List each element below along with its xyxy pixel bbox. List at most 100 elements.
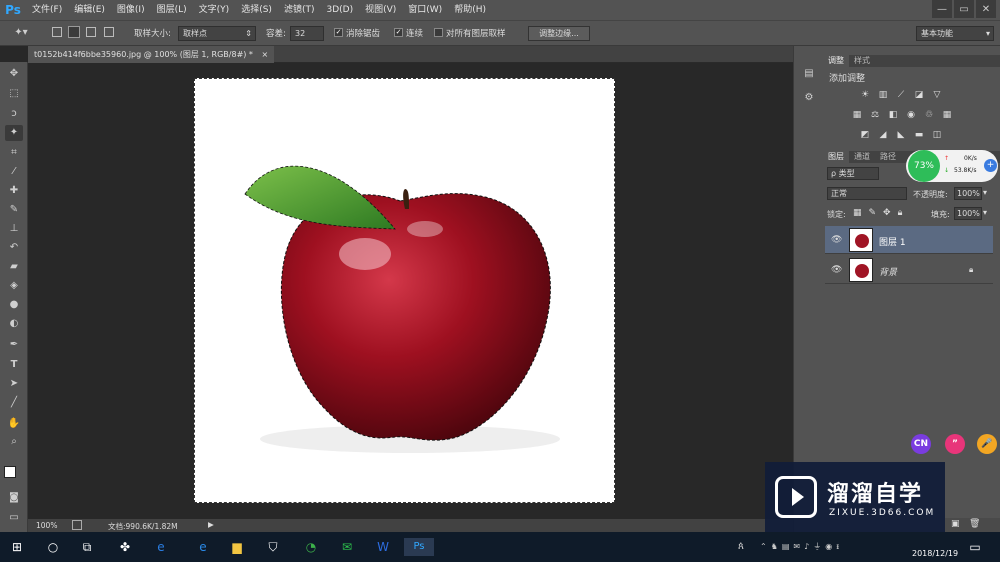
maximize-button[interactable]: ▭ xyxy=(954,0,974,18)
curves-icon[interactable]: ⟋ xyxy=(895,90,907,100)
pen-tool-icon[interactable]: ✒ xyxy=(5,337,23,353)
levels-icon[interactable]: ▥ xyxy=(877,90,889,100)
dodge-tool-icon[interactable]: ◐ xyxy=(5,316,23,332)
anti-alias-checkbox[interactable]: ✓ xyxy=(334,28,343,37)
close-button[interactable]: ✕ xyxy=(976,0,996,18)
threshold-icon[interactable]: ◣ xyxy=(895,130,907,140)
brush-tool-icon[interactable]: ✎ xyxy=(5,202,23,218)
type-tool-icon[interactable]: T xyxy=(5,357,23,373)
properties-panel-icon[interactable]: ⚙ xyxy=(800,90,818,106)
magic-wand-tool-icon[interactable]: ✦ xyxy=(5,125,23,141)
exposure-icon[interactable]: ◪ xyxy=(913,90,925,100)
gradient-map-icon[interactable]: ▬ xyxy=(913,130,925,140)
menu-file[interactable]: 文件(F) xyxy=(26,0,68,20)
move-tool-icon[interactable]: ✥ xyxy=(5,66,23,82)
tolerance-input[interactable]: 32 xyxy=(290,26,324,41)
visibility-eye-icon[interactable]: 👁︎ xyxy=(831,265,842,275)
file-explorer-icon[interactable]: ▆ xyxy=(228,538,246,556)
layer-name[interactable]: 图层 1 xyxy=(879,235,906,248)
wps-icon[interactable]: W xyxy=(374,538,392,556)
workspace-select[interactable]: 基本功能 ▾ xyxy=(916,26,994,41)
wechat-icon[interactable]: ✉ xyxy=(338,538,356,556)
black-white-icon[interactable]: ◧ xyxy=(887,110,899,120)
marquee-tool-icon[interactable]: ⬚ xyxy=(5,86,23,102)
lock-icons[interactable]: ▦✎✥🔒︎ xyxy=(853,208,909,218)
quick-mask-icon[interactable]: ◙ xyxy=(5,490,23,506)
paint-bucket-tool-icon[interactable]: ◈ xyxy=(5,278,23,294)
opacity-input[interactable]: 100% xyxy=(954,187,982,200)
microphone-button[interactable]: 🎤 xyxy=(977,434,997,454)
edge-browser-icon[interactable]: e xyxy=(194,538,212,556)
opacity-dropdown-icon[interactable]: ▾ xyxy=(983,188,987,197)
360-browser-icon[interactable]: ◔ xyxy=(302,538,320,556)
menu-edit[interactable]: 编辑(E) xyxy=(68,0,111,20)
color-balance-icon[interactable]: ⚖ xyxy=(869,110,881,120)
document-canvas[interactable] xyxy=(194,78,615,503)
history-brush-tool-icon[interactable]: ↶ xyxy=(5,240,23,256)
history-panel-icon[interactable]: ▤ xyxy=(800,66,818,82)
brightness-icon[interactable]: ☀ xyxy=(859,90,871,100)
zoom-tool-icon[interactable]: ⌕ xyxy=(5,434,23,450)
refine-edge-button[interactable]: 调整边缘... xyxy=(528,26,590,41)
plus-icon[interactable]: + xyxy=(984,159,997,172)
tab-layers[interactable]: 图层 xyxy=(823,151,849,163)
hand-tool-icon[interactable]: ✋ xyxy=(5,416,23,432)
eyedropper-tool-icon[interactable]: ⁄ xyxy=(5,164,23,180)
store-icon[interactable]: ⛉ xyxy=(264,538,282,556)
sample-all-layers-checkbox[interactable] xyxy=(434,28,443,37)
menu-select[interactable]: 选择(S) xyxy=(235,0,278,20)
clone-stamp-tool-icon[interactable]: ⊥ xyxy=(5,221,23,237)
new-layer-icon[interactable]: ▣ xyxy=(951,519,960,529)
search-icon[interactable]: ○ xyxy=(44,538,62,556)
menu-image[interactable]: 图像(I) xyxy=(111,0,151,20)
fan-app-icon[interactable]: ✤ xyxy=(116,538,134,556)
status-menu-arrow-icon[interactable]: ▶ xyxy=(208,520,214,529)
start-icon[interactable]: ⊞ xyxy=(8,538,26,556)
blend-mode-select[interactable]: 正常 xyxy=(827,187,907,200)
layer-row-background[interactable]: 👁︎ 背景 🔒︎ xyxy=(825,256,993,284)
minimize-button[interactable]: — xyxy=(932,0,952,18)
notifications-icon[interactable]: ▭ xyxy=(966,538,984,556)
language-cn-button[interactable]: CN xyxy=(911,434,931,454)
new-selection-icon[interactable] xyxy=(52,27,62,37)
sample-size-select[interactable]: 取样点 ⇕ xyxy=(178,26,256,41)
network-speed-widget[interactable]: 73% ↑ 0K/s ↓ 53.8K/s + xyxy=(906,150,998,182)
quote-button[interactable]: ” xyxy=(945,434,965,454)
blur-tool-icon[interactable]: ● xyxy=(5,297,23,313)
system-tray-icons[interactable]: ⌃♞▤✉♪⏚◉ᵻ xyxy=(760,538,900,556)
tab-paths[interactable]: 路径 xyxy=(875,151,901,163)
crop-tool-icon[interactable]: ⌗ xyxy=(5,145,23,161)
task-view-icon[interactable]: ⧉ xyxy=(78,538,96,556)
color-lookup-icon[interactable]: ▦ xyxy=(941,110,953,120)
layer-filter-select[interactable]: ρ 类型 xyxy=(827,167,879,180)
tab-adjustments[interactable]: 调整 xyxy=(823,55,849,67)
subtract-selection-icon[interactable] xyxy=(86,27,96,37)
path-selection-tool-icon[interactable]: ➤ xyxy=(5,376,23,392)
menu-3d[interactable]: 3D(D) xyxy=(320,0,359,20)
menu-type[interactable]: 文字(Y) xyxy=(193,0,236,20)
tab-styles[interactable]: 样式 xyxy=(849,55,875,67)
channel-mixer-icon[interactable]: ♲ xyxy=(923,110,935,120)
menu-view[interactable]: 视图(V) xyxy=(359,0,402,20)
screen-mode-icon[interactable]: ▭ xyxy=(5,510,23,526)
menu-filter[interactable]: 滤镜(T) xyxy=(278,0,321,20)
healing-brush-tool-icon[interactable]: ✚ xyxy=(5,183,23,199)
tab-channels[interactable]: 通道 xyxy=(849,151,875,163)
invert-icon[interactable]: ◩ xyxy=(859,130,871,140)
vibrance-icon[interactable]: ▽ xyxy=(931,90,943,100)
intersect-selection-icon[interactable] xyxy=(104,27,114,37)
close-tab-icon[interactable]: × xyxy=(261,50,268,59)
hue-saturation-icon[interactable]: ▦ xyxy=(851,110,863,120)
photo-filter-icon[interactable]: ◉ xyxy=(905,110,917,120)
selective-color-icon[interactable]: ◫ xyxy=(931,130,943,140)
fill-dropdown-icon[interactable]: ▾ xyxy=(983,208,987,217)
delete-layer-icon[interactable]: 🗑︎ xyxy=(969,519,980,529)
eraser-tool-icon[interactable]: ▰ xyxy=(5,259,23,275)
visibility-eye-icon[interactable]: 👁︎ xyxy=(831,235,842,245)
menu-window[interactable]: 窗口(W) xyxy=(402,0,448,20)
foreground-color-swatch[interactable] xyxy=(4,466,16,478)
people-icon[interactable]: ጰ xyxy=(732,538,750,556)
document-tab[interactable]: t0152b414f6bbe35960.jpg @ 100% (图层 1, RG… xyxy=(28,46,275,63)
lasso-tool-icon[interactable]: ↄ xyxy=(5,106,23,122)
menu-help[interactable]: 帮助(H) xyxy=(448,0,492,20)
